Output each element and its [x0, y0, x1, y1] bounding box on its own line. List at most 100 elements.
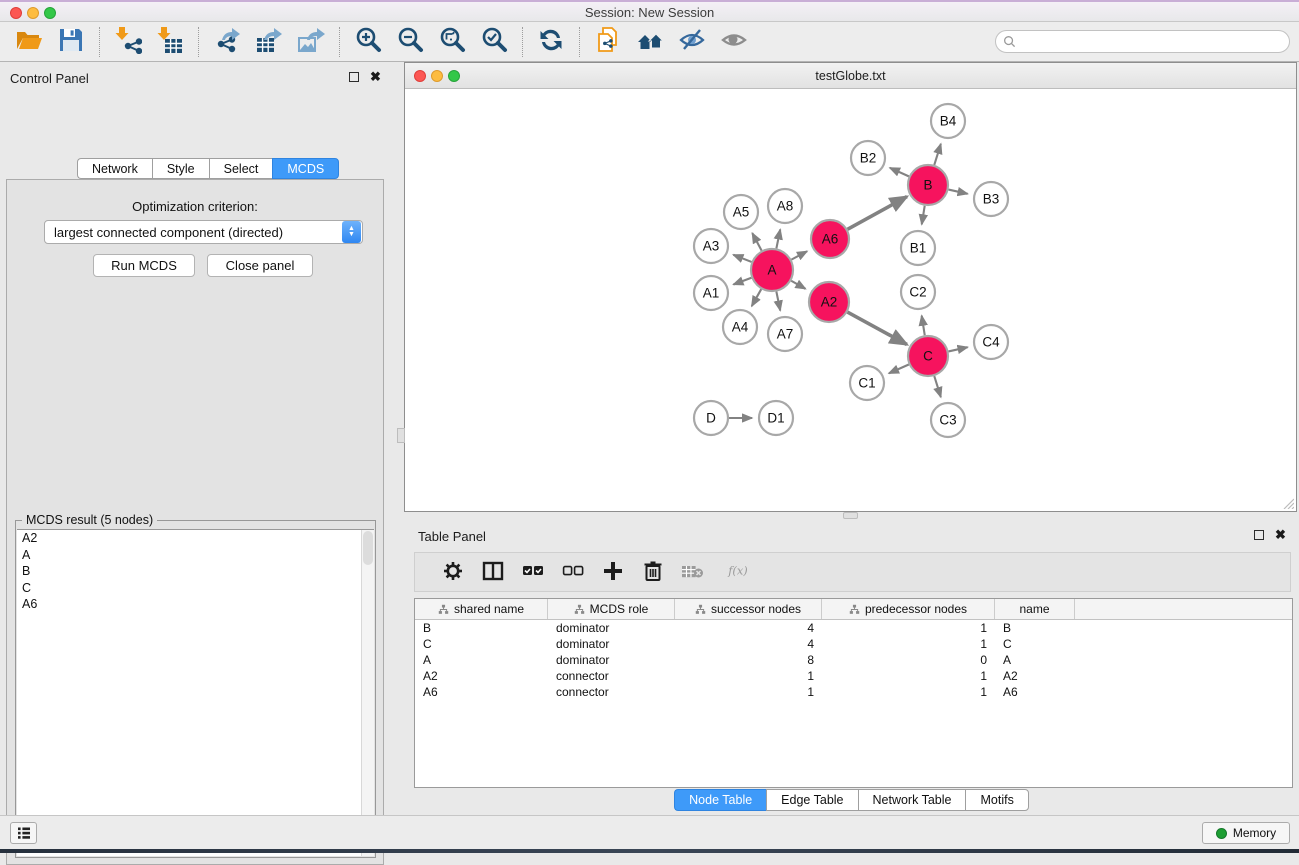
import-table-button[interactable]: [149, 25, 191, 59]
tab-network[interactable]: Network: [77, 158, 152, 179]
result-item[interactable]: A2: [17, 530, 374, 547]
hide-graphics-details-button[interactable]: [671, 25, 713, 59]
tab-node-table[interactable]: Node Table: [674, 789, 766, 811]
cell-predecessor-nodes[interactable]: 1: [822, 669, 995, 683]
show-graphics-details-button[interactable]: [713, 25, 755, 59]
save-session-button[interactable]: [50, 25, 92, 59]
column-header-successor-nodes[interactable]: successor nodes: [675, 599, 822, 619]
cell-shared-name[interactable]: A2: [415, 669, 548, 683]
cell-predecessor-nodes[interactable]: 0: [822, 653, 995, 667]
table-row[interactable]: Cdominator41C: [415, 636, 1292, 652]
edge-B-B1[interactable]: [922, 206, 925, 225]
table-close-button[interactable]: ✖: [1274, 528, 1287, 541]
open-session-button[interactable]: [8, 25, 50, 59]
edge-A-A3[interactable]: [733, 255, 751, 262]
zoom-in-button[interactable]: [347, 25, 389, 59]
scrollbar-thumb[interactable]: [363, 531, 373, 565]
tab-mcds[interactable]: MCDS: [272, 158, 339, 179]
function-builder-button[interactable]: f(x): [713, 555, 765, 589]
edge-A-A7[interactable]: [776, 292, 780, 311]
zoom-selected-button[interactable]: [473, 25, 515, 59]
edge-A6-B[interactable]: [848, 197, 907, 230]
cell-predecessor-nodes[interactable]: 1: [822, 621, 995, 635]
cell-successor-nodes[interactable]: 8: [675, 653, 822, 667]
result-item[interactable]: B: [17, 563, 374, 580]
float-panel-button[interactable]: [347, 70, 360, 83]
delete-column-button[interactable]: [633, 555, 673, 589]
cell-shared-name[interactable]: B: [415, 621, 548, 635]
table-row[interactable]: Adominator80A: [415, 652, 1292, 668]
export-image-button[interactable]: [290, 25, 332, 59]
export-network-button[interactable]: [206, 25, 248, 59]
cell-successor-nodes[interactable]: 1: [675, 669, 822, 683]
edge-A-A4[interactable]: [752, 289, 761, 306]
task-history-button[interactable]: [10, 822, 37, 844]
edge-A-A6[interactable]: [791, 251, 807, 259]
edge-B-B2[interactable]: [890, 168, 909, 177]
search-box[interactable]: [995, 30, 1290, 53]
column-header-name[interactable]: name: [995, 599, 1075, 619]
cell-predecessor-nodes[interactable]: 1: [822, 685, 995, 699]
cell-name[interactable]: A: [995, 653, 1075, 667]
import-network-button[interactable]: [107, 25, 149, 59]
tab-style[interactable]: Style: [152, 158, 209, 179]
refresh-button[interactable]: [530, 25, 572, 59]
edge-A-A2[interactable]: [791, 281, 805, 289]
result-item[interactable]: A6: [17, 596, 374, 613]
cell-name[interactable]: C: [995, 637, 1075, 651]
resize-grip-icon[interactable]: [1280, 495, 1294, 509]
clone-network-button[interactable]: [587, 25, 629, 59]
search-input[interactable]: [1016, 35, 1289, 49]
edge-C-C1[interactable]: [889, 364, 909, 373]
edge-C-C4[interactable]: [948, 347, 967, 351]
table-row[interactable]: A2connector11A2: [415, 668, 1292, 684]
tab-edge-table[interactable]: Edge Table: [766, 789, 857, 811]
close-panel-button[interactable]: ✖: [369, 70, 382, 83]
cell-MCDS-role[interactable]: dominator: [548, 621, 675, 635]
edge-A2-C[interactable]: [847, 312, 906, 344]
split-columns-button[interactable]: [473, 555, 513, 589]
mcds-result-list[interactable]: A2ABCA6: [17, 529, 374, 856]
network-graph[interactable]: B4B2BB3A5A8A6A3B1AA1C2A2A4A7C4CC1DD1C3: [406, 89, 1295, 510]
result-scrollbar[interactable]: [361, 530, 374, 856]
cell-shared-name[interactable]: A: [415, 653, 548, 667]
cell-MCDS-role[interactable]: dominator: [548, 653, 675, 667]
run-mcds-button[interactable]: Run MCDS: [93, 254, 195, 277]
delete-table-button[interactable]: [673, 555, 713, 589]
deselect-all-button[interactable]: [553, 555, 593, 589]
close-panel-action-button[interactable]: Close panel: [207, 254, 313, 277]
cell-predecessor-nodes[interactable]: 1: [822, 637, 995, 651]
edge-C-C2[interactable]: [922, 316, 925, 336]
table-row[interactable]: Bdominator41B: [415, 620, 1292, 636]
horizontal-divider-handle[interactable]: [843, 512, 858, 519]
cell-successor-nodes[interactable]: 4: [675, 637, 822, 651]
table-row[interactable]: A6connector11A6: [415, 684, 1292, 700]
criterion-dropdown[interactable]: largest connected component (directed) ▲…: [44, 220, 363, 244]
cell-shared-name[interactable]: A6: [415, 685, 548, 699]
zoom-fit-button[interactable]: [431, 25, 473, 59]
column-header-MCDS-role[interactable]: MCDS role: [548, 599, 675, 619]
cell-successor-nodes[interactable]: 1: [675, 685, 822, 699]
cell-successor-nodes[interactable]: 4: [675, 621, 822, 635]
edge-A-A5[interactable]: [752, 233, 761, 250]
network-canvas[interactable]: B4B2BB3A5A8A6A3B1AA1C2A2A4A7C4CC1DD1C3: [406, 89, 1295, 510]
edge-B-B4[interactable]: [934, 144, 941, 165]
home-button[interactable]: [629, 25, 671, 59]
select-all-button[interactable]: [513, 555, 553, 589]
cell-name[interactable]: B: [995, 621, 1075, 635]
cell-name[interactable]: A2: [995, 669, 1075, 683]
tab-select[interactable]: Select: [209, 158, 273, 179]
cell-MCDS-role[interactable]: connector: [548, 669, 675, 683]
cell-shared-name[interactable]: C: [415, 637, 548, 651]
cell-MCDS-role[interactable]: dominator: [548, 637, 675, 651]
edge-B-B3[interactable]: [948, 190, 967, 194]
network-window-titlebar[interactable]: testGlobe.txt: [405, 63, 1296, 89]
result-item[interactable]: A: [17, 547, 374, 564]
export-table-button[interactable]: [248, 25, 290, 59]
cell-name[interactable]: A6: [995, 685, 1075, 699]
edge-C-C3[interactable]: [934, 376, 941, 397]
column-header-shared-name[interactable]: shared name: [415, 599, 548, 619]
node-table[interactable]: shared nameMCDS rolesuccessor nodesprede…: [414, 598, 1293, 788]
cell-MCDS-role[interactable]: connector: [548, 685, 675, 699]
tab-network-table[interactable]: Network Table: [858, 789, 966, 811]
